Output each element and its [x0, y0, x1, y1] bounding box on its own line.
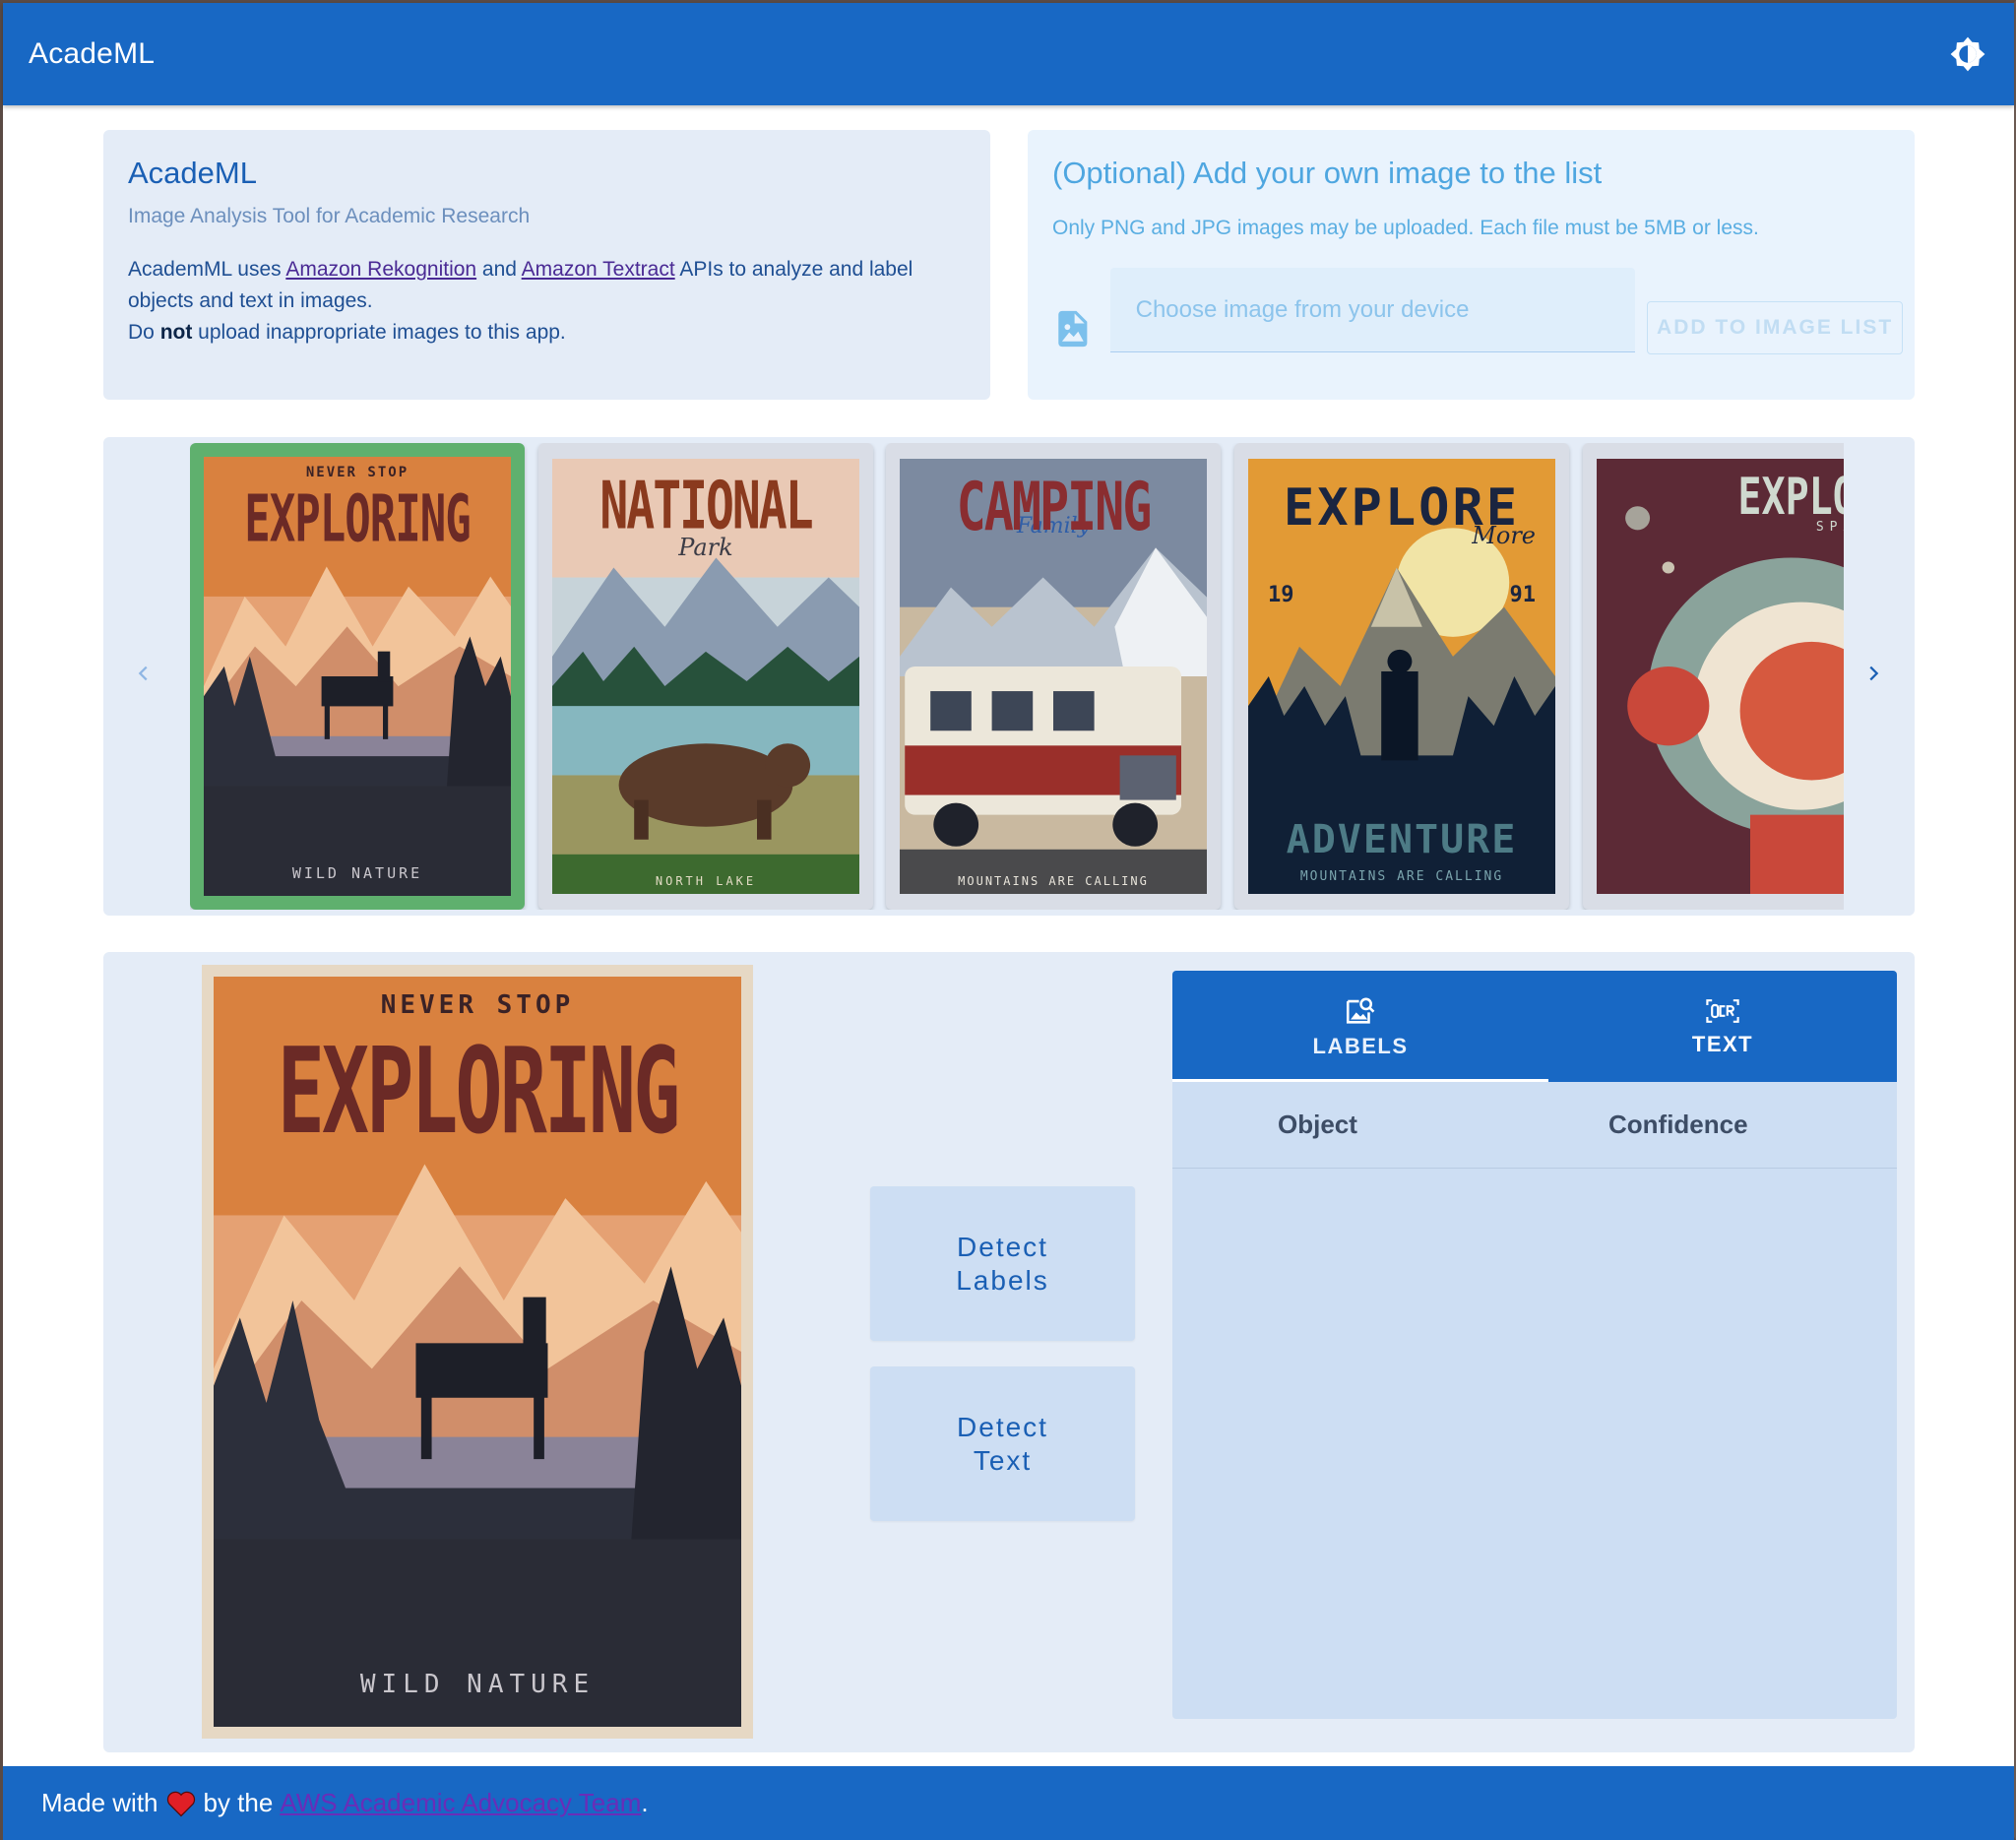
results-table-header: Object Confidence: [1172, 1082, 1897, 1169]
poster-main-text: NATIONAL: [599, 467, 813, 545]
detect-text-button[interactable]: Detect Text: [870, 1366, 1135, 1521]
app-title: AcadeML: [29, 37, 156, 70]
carousel-track: NEVER STOP EXPLORING WILD NATURE NATIONA…: [190, 443, 1844, 910]
upload-note: Only PNG and JPG images may be uploaded.…: [1052, 217, 1759, 239]
poster-subhead-text: ADVENTURE: [1286, 817, 1518, 862]
results-tabs: LABELS TEXT: [1172, 971, 1897, 1082]
choose-image-input[interactable]: Choose image from your device: [1109, 268, 1636, 352]
intro-text: AcademML uses: [128, 258, 286, 281]
warning-emphasis: not: [159, 321, 193, 344]
poster-bottom-text: NORTH LAKE: [655, 874, 757, 888]
analysis-panel: NEVER STOP EXPLORING WILD NATURE Detect …: [103, 952, 1915, 1752]
warning-text: upload inappropriate images to this app.: [192, 321, 566, 344]
detect-labels-button[interactable]: Detect Labels: [870, 1186, 1135, 1341]
carousel-next-button[interactable]: [1849, 649, 1898, 698]
poster-top-text: NEVER STOP: [380, 990, 575, 1020]
intro-title: AcadeML: [128, 156, 257, 190]
warning-text: Do: [128, 321, 160, 344]
chevron-right-icon: [1869, 666, 1879, 681]
carousel-item[interactable]: CAMPING Family MOUNTAINS ARE CALLING: [886, 443, 1221, 910]
upload-title: (Optional) Add your own image to the lis…: [1052, 156, 1603, 190]
upload-row: Choose image from your device ADD TO IMA…: [1043, 268, 1903, 356]
tab-text[interactable]: TEXT: [1548, 971, 1897, 1082]
image-file-icon[interactable]: [1051, 307, 1095, 350]
theme-toggle-button[interactable]: [1947, 33, 1988, 75]
intro-description: AcademML uses Amazon Rekognition and Ama…: [128, 254, 966, 349]
poster-top-text: NEVER STOP: [305, 465, 410, 480]
poster-bottom-text: MOUNTAINS ARE CALLING: [958, 874, 1149, 888]
poster-bottom-text: MOUNTAINS ARE CALLING: [1299, 869, 1504, 884]
carousel-item[interactable]: NATIONAL Park NORTH LAKE: [538, 443, 873, 910]
intro-card: AcadeML Image Analysis Tool for Academic…: [103, 130, 990, 400]
poster-bottom-text: WILD NATURE: [359, 1670, 596, 1699]
tab-text-label: TEXT: [1691, 1031, 1754, 1056]
detect-labels-label: Detect Labels: [956, 1231, 1049, 1296]
upload-card: (Optional) Add your own image to the lis…: [1028, 130, 1915, 400]
app-bar: AcadeML: [3, 3, 2014, 105]
image-carousel: NEVER STOP EXPLORING WILD NATURE NATIONA…: [103, 437, 1915, 916]
textract-link[interactable]: Amazon Textract: [522, 258, 675, 281]
poster-year-right: 91: [1509, 583, 1537, 607]
carousel-prev-button[interactable]: [119, 649, 168, 698]
tab-labels-label: LABELS: [1312, 1033, 1409, 1058]
tab-labels[interactable]: LABELS: [1172, 971, 1548, 1082]
poster-main-text: EXPLORING: [244, 481, 471, 557]
footer-by: by the: [203, 1788, 274, 1817]
poster-year-left: 19: [1268, 583, 1294, 607]
ocr-icon: [1706, 998, 1739, 1023]
rekognition-link[interactable]: Amazon Rekognition: [285, 258, 476, 281]
poster-main-text: CAMPING: [956, 468, 1153, 546]
column-header-object[interactable]: Object: [1278, 1110, 1357, 1140]
heart-icon: [166, 1791, 195, 1816]
add-to-image-list-button[interactable]: ADD TO IMAGE LIST: [1647, 301, 1903, 354]
footer-prefix: Made with: [41, 1788, 158, 1817]
aws-team-link[interactable]: AWS Academic Advocacy Team: [280, 1788, 641, 1818]
poster-main-text: EXPLORE: [1737, 468, 1844, 527]
carousel-item[interactable]: EXPLORE SPACE: [1583, 443, 1844, 910]
poster-bottom-text: WILD NATURE: [291, 864, 423, 882]
poster-main-text: EXPLORING: [277, 1022, 680, 1161]
results-panel: LABELS TEXT Object Confidence: [1172, 971, 1897, 1719]
carousel-item[interactable]: NEVER STOP EXPLORING WILD NATURE: [190, 443, 525, 910]
intro-subtitle: Image Analysis Tool for Academic Researc…: [128, 205, 531, 227]
footer-suffix: .: [641, 1788, 649, 1817]
selected-image: NEVER STOP EXPLORING WILD NATURE: [202, 965, 753, 1739]
footer: Made with by the AWS Academic Advocacy T…: [3, 1766, 2014, 1840]
image-search-icon: [1346, 997, 1375, 1024]
column-header-confidence[interactable]: Confidence: [1608, 1110, 1748, 1140]
carousel-item[interactable]: EXPLORE More 19 91 ADVENTURE MOUNTAINS A…: [1234, 443, 1569, 910]
intro-text: and: [476, 258, 522, 281]
chevron-left-icon: [138, 666, 148, 681]
detect-text-label: Detect Text: [957, 1411, 1048, 1476]
brightness-icon: [1950, 36, 1985, 72]
